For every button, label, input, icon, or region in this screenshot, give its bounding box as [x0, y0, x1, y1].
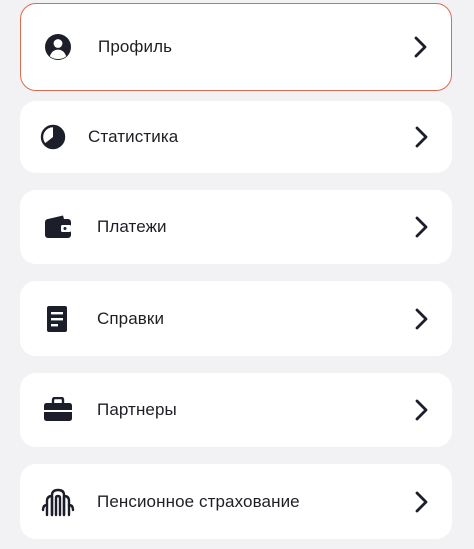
statistics-pie-icon: [40, 124, 66, 150]
wallet-icon: [45, 215, 71, 238]
briefcase-icon: [44, 397, 72, 421]
pension-logo-icon: [41, 488, 75, 516]
settings-menu: Профиль Статистика Платежи Справки Партн…: [0, 0, 474, 549]
menu-item-statistics[interactable]: Статистика: [20, 101, 452, 173]
document-icon: [47, 305, 67, 332]
menu-item-label: Статистика: [88, 127, 179, 146]
menu-item-label: Партнеры: [97, 400, 177, 419]
profile-icon: [45, 34, 71, 60]
chevron-right-icon: [415, 399, 428, 421]
menu-item-label: Пенсионное страхование: [97, 491, 300, 511]
menu-item-certificates[interactable]: Справки: [20, 281, 452, 356]
chevron-right-icon: [415, 491, 428, 512]
menu-item-label: Платежи: [97, 217, 167, 236]
menu-item-partners[interactable]: Партнеры: [20, 373, 452, 447]
menu-item-label: Профиль: [98, 37, 173, 56]
chevron-right-icon: [415, 126, 428, 148]
menu-item-pension-insurance[interactable]: Пенсионное страхование: [20, 464, 452, 539]
menu-item-profile[interactable]: Профиль: [20, 3, 452, 91]
chevron-right-icon: [414, 36, 427, 58]
menu-item-payments[interactable]: Платежи: [20, 190, 452, 264]
menu-item-label: Справки: [97, 308, 165, 328]
chevron-right-icon: [415, 216, 428, 238]
chevron-right-icon: [415, 308, 428, 329]
